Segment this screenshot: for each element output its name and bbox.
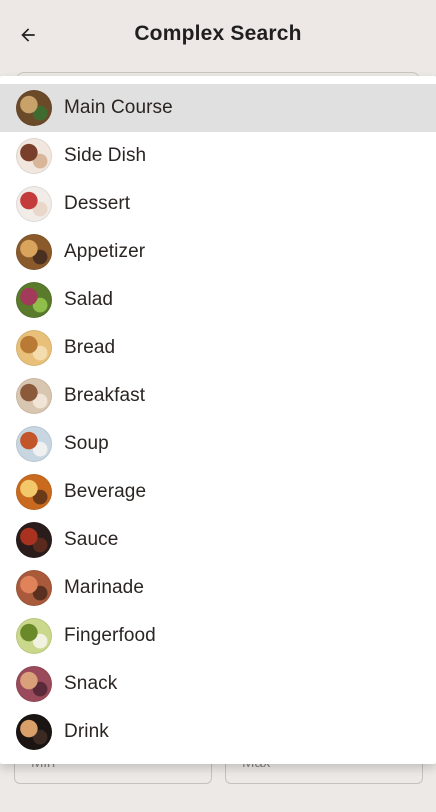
dropdown-item-appetizer[interactable]: Appetizer (0, 228, 436, 276)
dropdown-item-label: Breakfast (64, 385, 146, 406)
dropdown-item-label: Sauce (64, 529, 119, 550)
sauce-thumbnail (16, 522, 52, 558)
beverage-thumbnail (16, 474, 52, 510)
dropdown-item-label: Drink (64, 721, 109, 742)
appetizer-thumbnail (16, 234, 52, 270)
dropdown-item-sauce[interactable]: Sauce (0, 516, 436, 564)
dropdown-item-label: Bread (64, 337, 116, 358)
dropdown-item-label: Snack (64, 673, 118, 694)
dropdown-item-label: Appetizer (64, 241, 146, 262)
dropdown-item-label: Dessert (64, 193, 131, 214)
dropdown-item-main-course[interactable]: Main Course (0, 84, 436, 132)
dropdown-item-salad[interactable]: Salad (0, 276, 436, 324)
dropdown-item-beverage[interactable]: Beverage (0, 468, 436, 516)
dropdown-item-label: Soup (64, 433, 109, 454)
bread-thumbnail (16, 330, 52, 366)
dropdown-item-label: Beverage (64, 481, 147, 502)
dropdown-item-side-dish[interactable]: Side Dish (0, 132, 436, 180)
dessert-thumbnail (16, 186, 52, 222)
dropdown-item-marinade[interactable]: Marinade (0, 564, 436, 612)
dropdown-item-label: Side Dish (64, 145, 147, 166)
soup-thumbnail (16, 426, 52, 462)
dropdown-item-drink[interactable]: Drink (0, 708, 436, 756)
breakfast-thumbnail (16, 378, 52, 414)
dropdown-item-breakfast[interactable]: Breakfast (0, 372, 436, 420)
dropdown-item-dessert[interactable]: Dessert (0, 180, 436, 228)
dropdown-item-fingerfood[interactable]: Fingerfood (0, 612, 436, 660)
salad-thumbnail (16, 282, 52, 318)
dropdown-item-snack[interactable]: Snack (0, 660, 436, 708)
fingerfood-thumbnail (16, 618, 52, 654)
snack-thumbnail (16, 666, 52, 702)
side-dish-thumbnail (16, 138, 52, 174)
main-course-thumbnail (16, 90, 52, 126)
page-title: Complex Search (134, 22, 302, 45)
meal-type-dropdown-menu: Main Course Side Dish Dessert Appetizer Sala… (0, 76, 436, 764)
dropdown-item-bread[interactable]: Bread (0, 324, 436, 372)
dropdown-item-label: Salad (64, 289, 114, 310)
dropdown-item-label: Main Course (64, 97, 173, 118)
drink-thumbnail (16, 714, 52, 750)
dropdown-item-label: Marinade (64, 577, 145, 598)
dropdown-item-label: Fingerfood (64, 625, 156, 646)
app-bar: Complex Search (0, 0, 436, 72)
marinade-thumbnail (16, 570, 52, 606)
dropdown-item-soup[interactable]: Soup (0, 420, 436, 468)
